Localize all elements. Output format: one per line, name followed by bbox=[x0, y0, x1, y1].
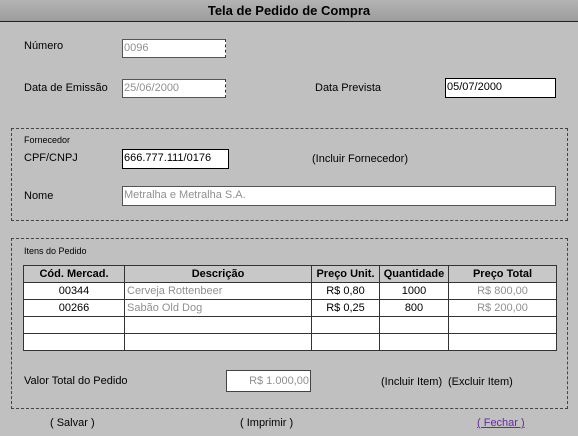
cell-descricao: Cerveja Rottenbeer bbox=[124, 282, 312, 300]
cell-quantidade[interactable] bbox=[379, 333, 449, 351]
emissao-label: Data de Emissão bbox=[24, 82, 108, 94]
cell-quantidade[interactable]: 1000 bbox=[379, 282, 449, 300]
cell-quantidade[interactable] bbox=[379, 316, 449, 334]
prevista-field[interactable]: 05/07/2000 bbox=[445, 78, 556, 98]
total-label: Valor Total do Pedido bbox=[24, 375, 128, 387]
nome-field[interactable]: Metralha e Metralha S.A. bbox=[122, 186, 556, 206]
imprimir-button[interactable]: ( Imprimir ) bbox=[240, 417, 293, 429]
cell-preco-unit: R$ 0,25 bbox=[311, 299, 380, 317]
cpf-field[interactable]: 666.777.111/0176 bbox=[122, 149, 229, 169]
table-row[interactable] bbox=[23, 316, 557, 334]
table-row[interactable]: 00344 Cerveja Rottenbeer R$ 0,80 1000 R$… bbox=[23, 282, 557, 300]
cell-descricao: Sabão Old Dog bbox=[124, 299, 312, 317]
cell-preco-total bbox=[448, 333, 557, 351]
numero-label: Número bbox=[24, 40, 64, 52]
fornecedor-group-title: Fornecedor bbox=[24, 135, 71, 145]
fechar-button[interactable]: ( Fechar ) bbox=[477, 417, 525, 429]
salvar-button[interactable]: ( Salvar ) bbox=[50, 417, 95, 429]
table-header: Cód. Mercad. Descrição Preço Unit. Quant… bbox=[23, 265, 557, 283]
incluir-fornecedor-link[interactable]: (Incluir Fornecedor) bbox=[312, 153, 408, 165]
cell-codigo[interactable] bbox=[23, 316, 125, 334]
total-field: R$ 1.000,00 bbox=[226, 370, 311, 392]
incluir-item-link[interactable]: (Incluir Item) bbox=[381, 376, 442, 388]
window-title: Tela de Pedido de Compra bbox=[0, 0, 578, 22]
col-header: Cód. Mercad. bbox=[23, 265, 125, 283]
cell-codigo[interactable]: 00266 bbox=[23, 299, 125, 317]
cell-descricao bbox=[124, 316, 312, 334]
table-row[interactable] bbox=[23, 333, 557, 351]
excluir-item-link[interactable]: (Excluir Item) bbox=[448, 376, 513, 388]
cell-preco-total bbox=[448, 316, 557, 334]
cell-codigo[interactable]: 00344 bbox=[23, 282, 125, 300]
numero-field[interactable]: 0096 bbox=[122, 39, 226, 58]
col-header: Descrição bbox=[124, 265, 312, 283]
cell-preco-unit: R$ 0,80 bbox=[311, 282, 380, 300]
cell-preco-total: R$ 800,00 bbox=[448, 282, 557, 300]
col-header: Preço Total bbox=[448, 265, 557, 283]
cell-preco-total: R$ 200,00 bbox=[448, 299, 557, 317]
prevista-label: Data Prevista bbox=[315, 82, 382, 94]
cell-quantidade[interactable]: 800 bbox=[379, 299, 449, 317]
itens-group-title: Itens do Pedido bbox=[24, 246, 87, 256]
fornecedor-group bbox=[11, 128, 568, 221]
itens-table: Cód. Mercad. Descrição Preço Unit. Quant… bbox=[23, 265, 557, 351]
nome-label: Nome bbox=[24, 190, 54, 202]
emissao-field[interactable]: 25/06/2000 bbox=[122, 79, 226, 98]
col-header: Quantidade bbox=[379, 265, 449, 283]
col-header: Preço Unit. bbox=[311, 265, 380, 283]
cpf-label: CPF/CNPJ bbox=[24, 152, 78, 164]
cell-codigo[interactable] bbox=[23, 333, 125, 351]
cell-preco-unit bbox=[311, 316, 380, 334]
cell-preco-unit bbox=[311, 333, 380, 351]
table-row[interactable]: 00266 Sabão Old Dog R$ 0,25 800 R$ 200,0… bbox=[23, 299, 557, 317]
cell-descricao bbox=[124, 333, 312, 351]
